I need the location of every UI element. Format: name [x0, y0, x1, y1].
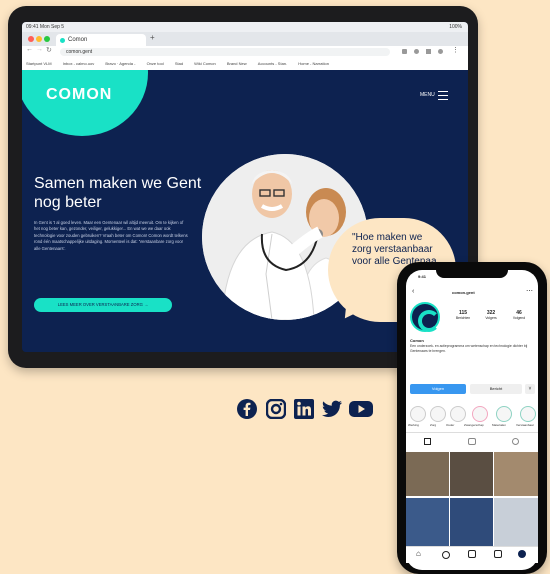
hero-body-text: In Gent is 't al goed leven. Maar een Ge… — [34, 220, 188, 251]
tagged-tab-icon[interactable] — [512, 438, 519, 445]
hero-headline: Samen maken we Gent nog beter — [34, 175, 202, 211]
maximize-window-dot[interactable] — [44, 36, 50, 42]
youtube-icon[interactable] — [349, 399, 373, 419]
stat-posts: 115 Berichten — [452, 310, 474, 320]
highlight-label: Werking — [408, 423, 419, 427]
back-icon[interactable]: ← — [26, 46, 33, 53]
comon-logo[interactable]: COMON — [46, 86, 112, 104]
instagram-icon[interactable] — [266, 399, 286, 419]
tablet-status-bar: 09:41 Mon Sep 5 100% — [22, 22, 468, 32]
comon-c-logo — [418, 310, 440, 332]
post-thumbnail[interactable] — [450, 498, 493, 546]
shop-icon[interactable] — [494, 550, 502, 558]
phone-status-time: 9:41 — [418, 274, 427, 279]
close-window-dot[interactable] — [28, 36, 34, 42]
highlight-label: Zorg — [430, 423, 437, 427]
highlight-bubble[interactable] — [520, 406, 536, 422]
bookmark-item[interactable]: Wiki Comon — [194, 61, 216, 66]
bottom-nav: ⌂ — [406, 546, 538, 563]
extension-icon[interactable] — [414, 49, 419, 54]
bookmark-item[interactable]: Stad — [175, 61, 183, 66]
bookmark-item[interactable]: Home - Narration — [298, 61, 329, 66]
browser-tab-bar: Comon + — [22, 32, 468, 46]
reels-tab-icon[interactable] — [468, 438, 476, 445]
browser-tab[interactable]: Comon — [56, 34, 146, 46]
twitter-icon[interactable] — [321, 399, 343, 419]
post-thumbnail[interactable] — [494, 452, 538, 496]
add-post-icon[interactable] — [468, 550, 476, 558]
url-text: comon.gent — [66, 49, 93, 55]
bookmark-item[interactable]: Brand New — [227, 61, 247, 66]
bookmark-item[interactable]: Accounts - Stan. — [258, 61, 287, 66]
bookmark-item[interactable]: Bravo · Agenda - — [105, 61, 135, 66]
highlight-label: Materialen — [492, 423, 507, 427]
search-icon[interactable] — [442, 551, 450, 559]
menu-label[interactable]: MENU — [420, 92, 435, 98]
stat-label: Volgend — [512, 316, 526, 320]
linkedin-icon[interactable] — [294, 399, 314, 419]
reload-icon[interactable]: ↻ — [46, 46, 52, 54]
bookmark-item[interactable]: Startpunt VLM — [26, 61, 52, 66]
minimize-window-dot[interactable] — [36, 36, 42, 42]
highlight-bubble[interactable] — [410, 406, 426, 422]
status-battery: 100% — [449, 24, 462, 30]
bookmark-icon[interactable] — [426, 49, 431, 54]
profile-username: comon.gent — [452, 290, 475, 295]
suggested-chevron-icon[interactable]: ˅ — [525, 384, 535, 394]
social-links — [237, 399, 373, 419]
kebab-menu-icon[interactable]: ⋮ — [452, 46, 459, 54]
message-button[interactable]: Bericht — [470, 384, 522, 394]
facebook-icon[interactable] — [237, 399, 257, 419]
profile-icon[interactable] — [438, 49, 443, 54]
bio-name: Comon — [410, 338, 424, 343]
hamburger-icon[interactable] — [438, 91, 448, 100]
highlight-bubble[interactable] — [430, 406, 446, 422]
grid-tab-icon[interactable] — [424, 438, 431, 445]
bookmark-item[interactable]: Onze tool — [147, 61, 164, 66]
stat-followers[interactable]: 322 Volgers — [480, 310, 502, 320]
post-thumbnail[interactable] — [450, 452, 493, 496]
highlight-bubble[interactable] — [496, 406, 512, 422]
highlight-label: Verstaanbaar — [516, 423, 534, 427]
read-more-button[interactable]: LEES MEER OVER VERSTAANBARE ZORG → — [34, 298, 172, 312]
profile-avatar[interactable] — [410, 302, 440, 332]
highlight-label: Zwangerschap — [464, 423, 484, 427]
phone-notch — [436, 268, 508, 278]
status-time: 09:41 Mon Sep 5 — [26, 24, 65, 30]
forward-icon[interactable]: → — [36, 46, 43, 53]
bookmark-item[interactable]: Inbox - calmo.uov — [63, 61, 95, 66]
post-thumbnail[interactable] — [406, 452, 449, 496]
new-tab-icon[interactable]: + — [150, 33, 155, 42]
more-options-icon[interactable]: ⋯ — [526, 287, 533, 295]
highlight-bubble[interactable] — [472, 406, 488, 422]
address-field[interactable]: comon.gent — [60, 48, 390, 56]
follow-button[interactable]: Volgen — [410, 384, 466, 394]
home-icon[interactable]: ⌂ — [416, 549, 421, 558]
tab-title: Comon — [68, 37, 88, 43]
stat-label: Volgers — [485, 316, 497, 320]
profile-tabs — [406, 432, 538, 451]
post-grid — [406, 452, 538, 546]
bio-text: Een onderzoek- en actieprogramma om wete… — [410, 344, 528, 353]
post-thumbnail[interactable] — [494, 498, 538, 546]
highlight-bubble[interactable] — [450, 406, 466, 422]
stat-following[interactable]: 46 Volgend — [508, 310, 530, 320]
favicon-icon — [60, 38, 65, 43]
share-icon[interactable] — [402, 49, 407, 54]
highlight-label: Ouder — [446, 423, 455, 427]
post-thumbnail[interactable] — [406, 498, 449, 546]
profile-tab-avatar-icon[interactable] — [518, 550, 526, 558]
back-arrow-icon[interactable]: ‹ — [412, 288, 414, 295]
stat-label: Berichten — [455, 316, 471, 320]
